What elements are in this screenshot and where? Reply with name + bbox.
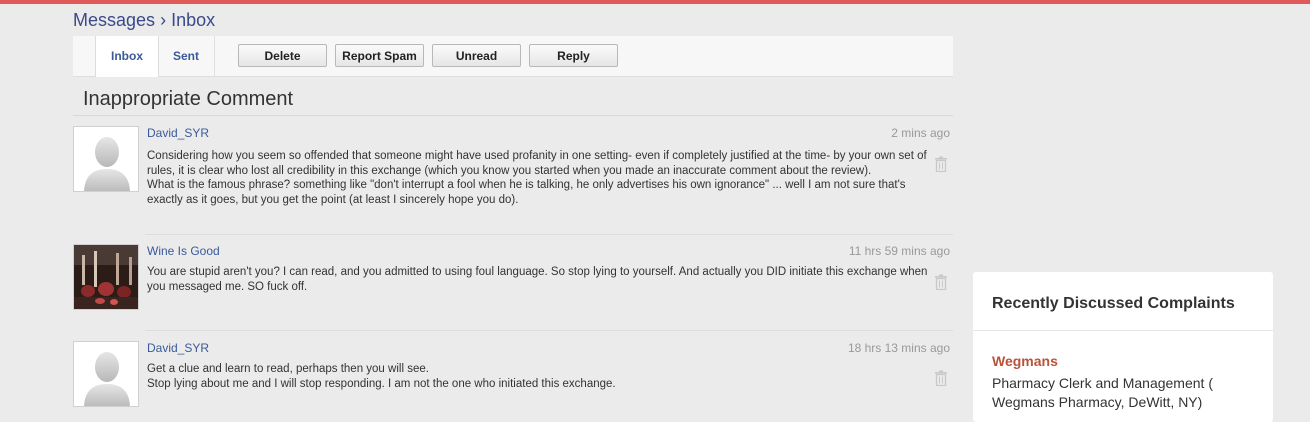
message-body: You are stupid aren't you? I can read, a… — [147, 265, 942, 294]
avatar[interactable] — [73, 126, 139, 192]
complaint-description[interactable]: Pharmacy Clerk and Management ( Wegmans … — [992, 374, 1262, 412]
message-time: 2 mins ago — [891, 126, 950, 140]
message-paragraph: Considering how you seem so offended tha… — [147, 150, 927, 177]
message-body: Get a clue and learn to read, perhaps th… — [147, 362, 942, 391]
avatar[interactable] — [73, 244, 139, 310]
card-title: Recently Discussed Complaints — [992, 295, 1235, 312]
message-time: 11 hrs 59 mins ago — [848, 244, 950, 258]
trash-icon[interactable] — [934, 370, 948, 386]
recently-discussed-card: Recently Discussed Complaints Wegmans Ph… — [973, 272, 1273, 422]
tab-inbox[interactable]: Inbox — [95, 36, 159, 77]
message-author[interactable]: David_SYR — [147, 341, 209, 355]
tab-sent[interactable]: Sent — [158, 36, 214, 77]
message-author[interactable]: Wine Is Good — [147, 244, 220, 258]
message-divider — [145, 234, 953, 235]
message-author[interactable]: David_SYR — [147, 126, 209, 140]
complaint-company-link[interactable]: Wegmans — [992, 353, 1058, 369]
delete-button[interactable]: Delete — [238, 44, 327, 67]
default-avatar-icon — [84, 137, 130, 191]
message-toolbar: Inbox Sent Delete Report Spam Unread Rep… — [73, 36, 953, 77]
unread-button[interactable]: Unread — [432, 44, 521, 67]
reply-button[interactable]: Reply — [529, 44, 618, 67]
report-spam-button[interactable]: Report Spam — [335, 44, 424, 67]
message-time: 18 hrs 13 mins ago — [847, 341, 950, 355]
message-paragraph: Stop lying about me and I will stop resp… — [147, 377, 616, 390]
default-avatar-icon — [84, 352, 130, 406]
top-accent-bar — [0, 0, 1310, 4]
message-subject: Inappropriate Comment — [83, 88, 294, 110]
message-paragraph: You are stupid aren't you? I can read, a… — [147, 266, 928, 293]
breadcrumb-inbox[interactable]: Inbox — [171, 10, 215, 30]
card-divider — [973, 330, 1273, 331]
message-paragraph: What is the famous phrase? something lik… — [147, 179, 906, 206]
message-paragraph: Get a clue and learn to read, perhaps th… — [147, 363, 429, 375]
message-body: Considering how you seem so offended tha… — [147, 149, 942, 207]
message-divider — [145, 330, 953, 331]
breadcrumb: Messages › Inbox — [73, 10, 215, 31]
tab-divider — [214, 36, 215, 76]
avatar[interactable] — [73, 341, 139, 407]
trash-icon[interactable] — [934, 156, 948, 172]
subject-divider — [73, 115, 953, 116]
breadcrumb-messages-link[interactable]: Messages — [73, 10, 155, 30]
trash-icon[interactable] — [934, 274, 948, 290]
wine-photo-icon — [74, 245, 138, 309]
breadcrumb-separator: › — [160, 10, 167, 30]
